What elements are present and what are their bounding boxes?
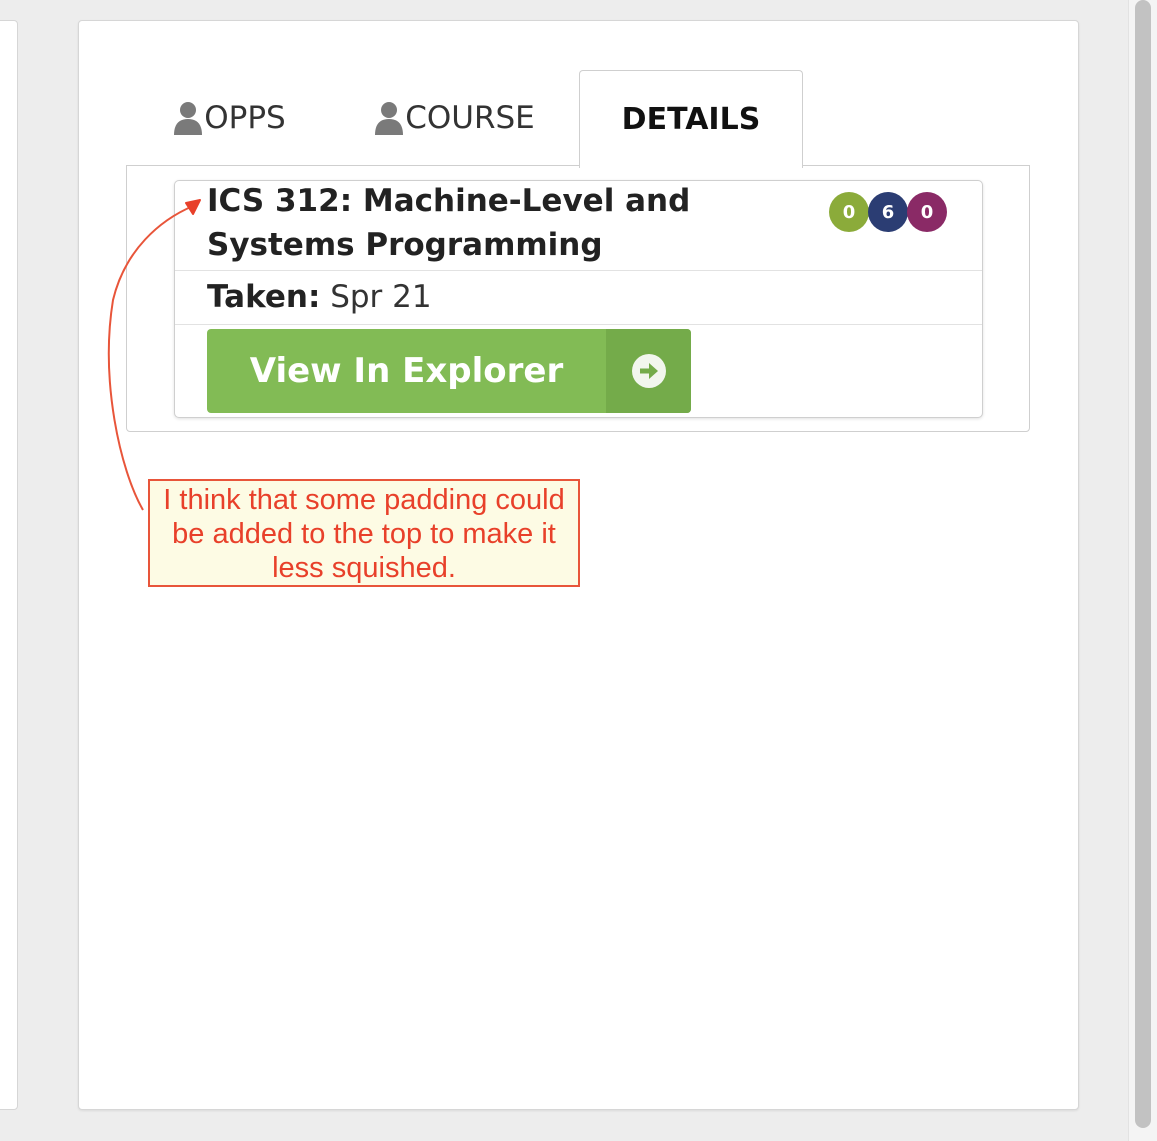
- divider: [175, 270, 982, 271]
- scrollbar-thumb[interactable]: [1135, 0, 1151, 1128]
- taken-label: Taken:: [207, 279, 321, 315]
- badge-green: 0: [829, 192, 869, 232]
- view-in-explorer-label: View In Explorer: [249, 351, 564, 391]
- review-annotation: I think that some padding could be added…: [148, 479, 580, 587]
- divider: [175, 324, 982, 325]
- tab-details[interactable]: DETAILS: [579, 70, 803, 168]
- course-card: ICS 312: Machine-Level and Systems Progr…: [174, 180, 983, 418]
- tab-course[interactable]: COURSE: [365, 70, 545, 166]
- person-icon: [174, 102, 203, 135]
- course-title: ICS 312: Machine-Level and Systems Progr…: [207, 183, 691, 263]
- button-icon-area: [606, 329, 691, 413]
- tab-opps-label: OPPS: [204, 100, 286, 136]
- view-in-explorer-button[interactable]: View In Explorer: [207, 329, 691, 413]
- tab-opps[interactable]: OPPS: [160, 70, 300, 166]
- left-panel: [0, 20, 18, 1110]
- tab-details-label: DETAILS: [621, 102, 761, 137]
- taken-row: Taken: Spr 21: [207, 277, 432, 317]
- taken-value: Spr 21: [330, 279, 432, 315]
- badge-blue: 6: [868, 192, 908, 232]
- arrow-circle-right-icon: [631, 354, 666, 388]
- tab-course-label: COURSE: [405, 100, 535, 136]
- badge-purple: 0: [907, 192, 947, 232]
- course-badges: 0 6 0: [829, 192, 947, 232]
- person-icon: [375, 102, 404, 135]
